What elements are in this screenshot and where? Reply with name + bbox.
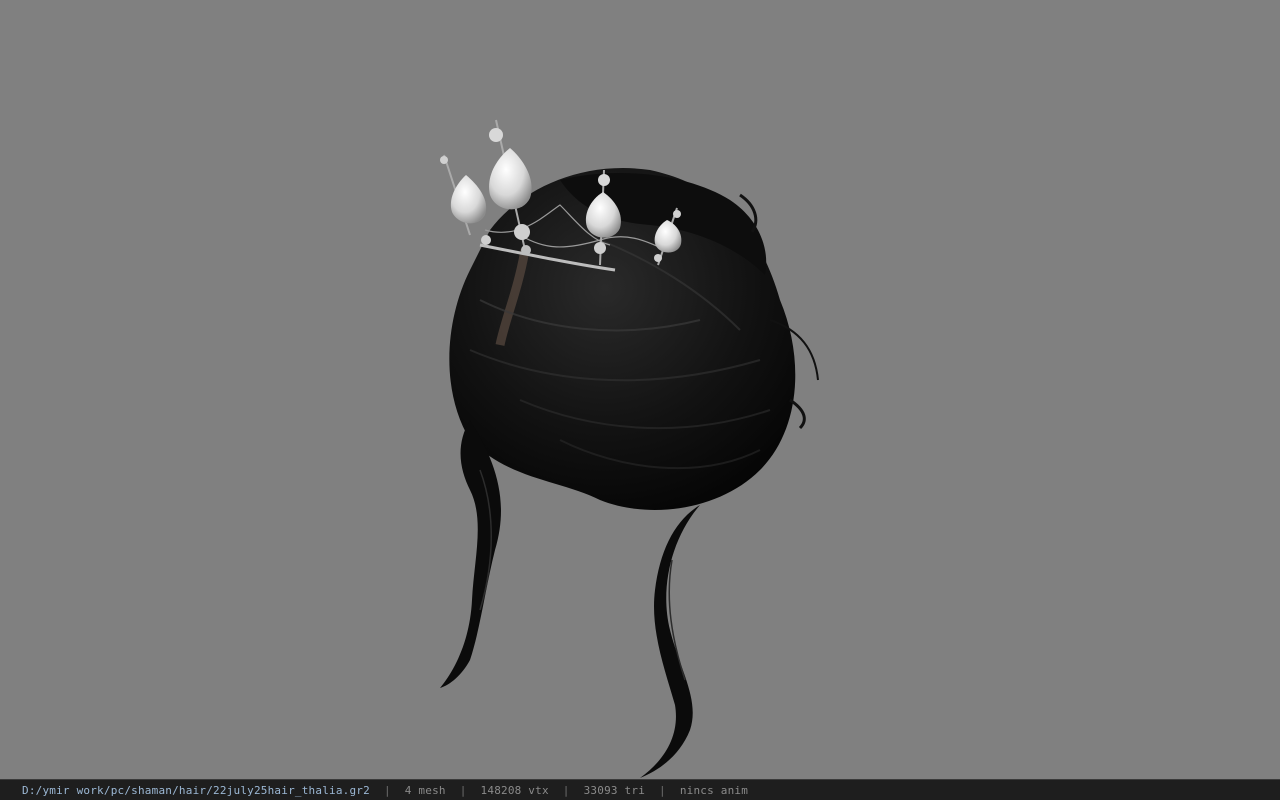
- tiara-pearl-1: [440, 154, 491, 245]
- 3d-viewport[interactable]: [0, 0, 1280, 779]
- right-hair-lock: [640, 505, 700, 778]
- status-bar: D:/ymir work/pc/shaman/hair/22july25hair…: [0, 779, 1280, 800]
- triangle-count: 33093 tri: [583, 783, 646, 797]
- hair-model-render: [440, 119, 819, 778]
- separator: |: [562, 783, 570, 797]
- separator: |: [383, 783, 391, 797]
- file-path: D:/ymir work/pc/shaman/hair/22july25hair…: [22, 783, 370, 797]
- animation-status: nincs anim: [679, 783, 749, 797]
- separator: |: [659, 783, 666, 797]
- left-hair-lock: [440, 420, 501, 688]
- vertex-count: 148208 vtx: [480, 783, 549, 797]
- mesh-count: 4 mesh: [404, 783, 446, 797]
- hair-mass: [449, 168, 819, 510]
- separator: |: [459, 783, 467, 797]
